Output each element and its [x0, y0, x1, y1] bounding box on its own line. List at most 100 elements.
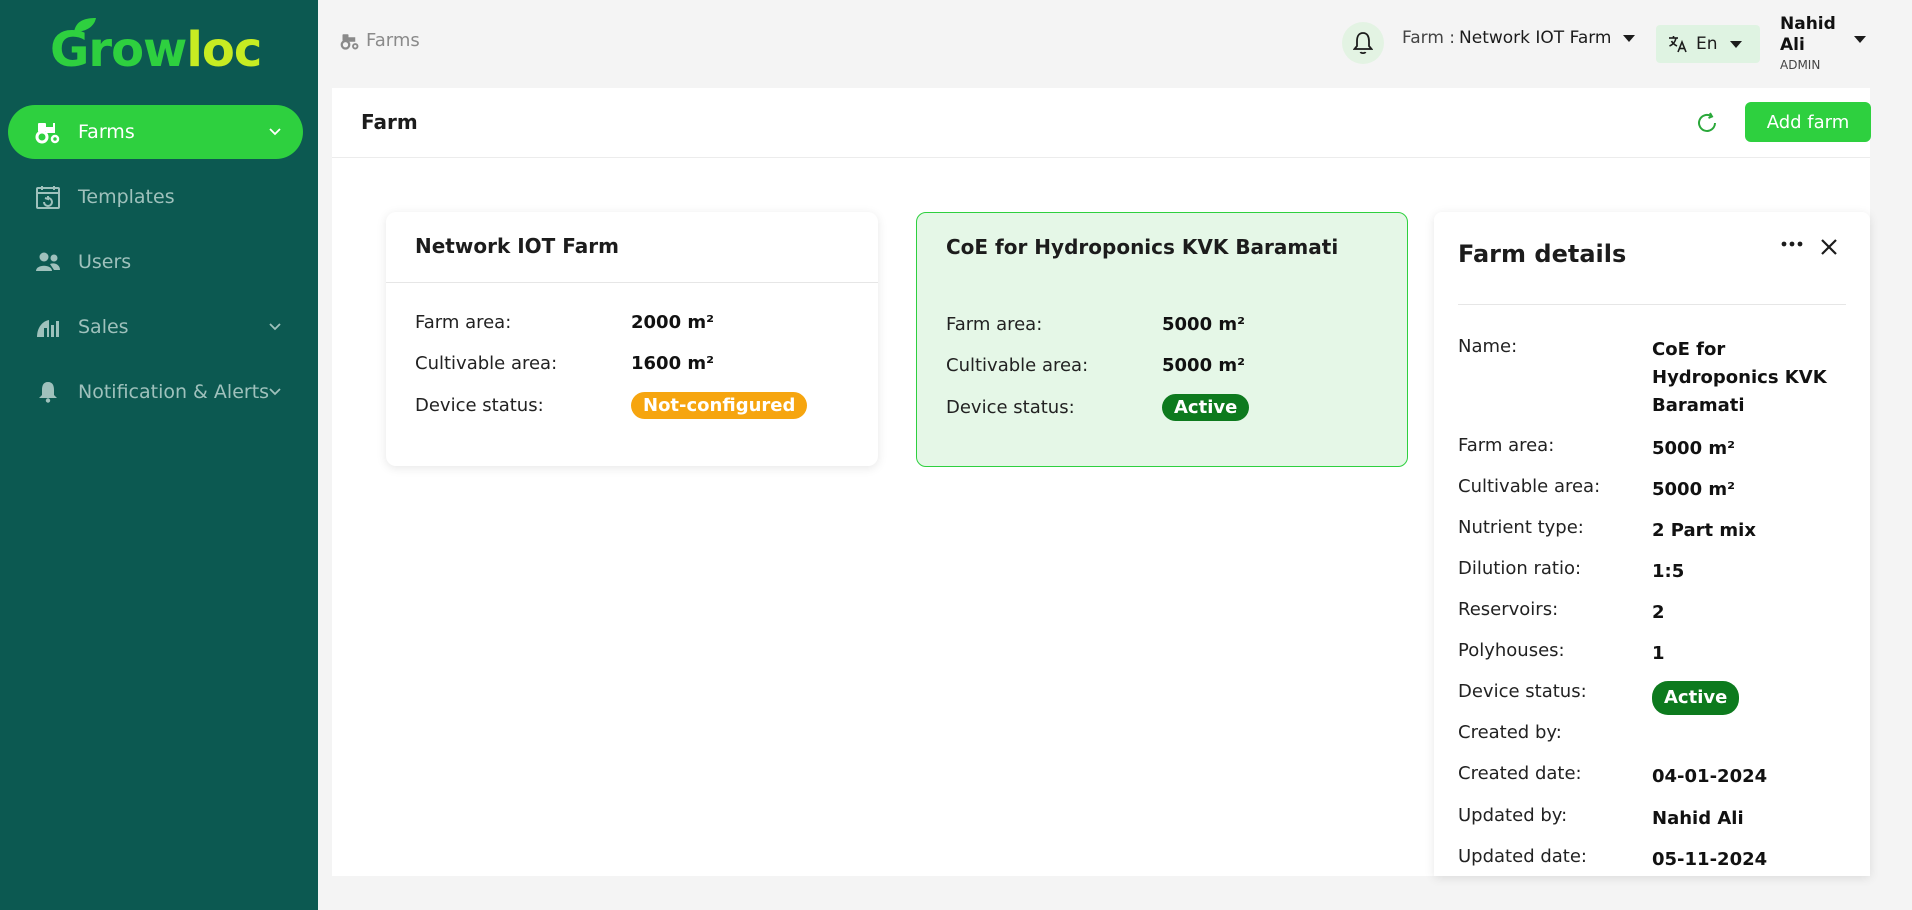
growloc-logo[interactable]: Growloc: [50, 18, 262, 78]
detail-value: 2: [1652, 602, 1665, 623]
farm-selector-value: Network IOT Farm: [1459, 28, 1612, 48]
farm-details-panel: Farm details Name: CoE for Hydroponics K…: [1434, 212, 1870, 876]
cultivable-area-row: Cultivable area: 5000 m²: [946, 355, 1245, 376]
farm-card-coe-hydroponics[interactable]: CoE for Hydroponics KVK Baramati Farm ar…: [916, 212, 1408, 467]
detail-row-name: Name: CoE for Hydroponics KVK Baramati: [1458, 336, 1842, 420]
cultivable-area-label: Cultivable area:: [415, 353, 558, 374]
detail-label: Device status:: [1458, 681, 1587, 702]
caret-down-icon: [1623, 34, 1636, 42]
detail-row-updated-by: Updated by: Nahid Ali: [1458, 805, 1842, 833]
detail-value: 05-11-2024: [1652, 849, 1768, 870]
device-status-row: Device status: Not-configured: [415, 392, 808, 419]
farm-area-label: Farm area:: [946, 314, 1043, 335]
detail-row-nutrient-type: Nutrient type: 2 Part mix: [1458, 517, 1842, 545]
notifications-button[interactable]: [1342, 22, 1384, 64]
cultivable-area-value: 1600 m²: [631, 353, 715, 374]
close-icon[interactable]: [1820, 238, 1838, 256]
detail-row-device-status: Device status: Active: [1458, 681, 1842, 715]
detail-label: Reservoirs:: [1458, 599, 1559, 620]
caret-down-icon: [1729, 40, 1742, 48]
detail-label: Created date:: [1458, 763, 1582, 784]
sidebar-item-notifications[interactable]: Notification & Alerts: [8, 365, 303, 419]
user-name: Nahid Ali: [1780, 14, 1836, 55]
cultivable-area-row: Cultivable area: 1600 m²: [415, 353, 714, 374]
sales-chart-icon: [34, 313, 62, 341]
detail-value: 1: [1652, 643, 1665, 664]
users-icon: [34, 248, 62, 276]
detail-row-created-date: Created date: 04-01-2024: [1458, 763, 1842, 791]
detail-row-polyhouses: Polyhouses: 1: [1458, 640, 1842, 668]
panel-header: Farm Add farm: [332, 88, 1871, 158]
sidebar-item-templates[interactable]: Templates: [8, 170, 303, 224]
farm-selector-label: Farm :: [1402, 28, 1456, 48]
sidebar-item-label: Sales: [78, 316, 129, 338]
sidebar-item-label: Templates: [78, 186, 175, 208]
detail-value: Active: [1652, 681, 1842, 715]
detail-label: Polyhouses:: [1458, 640, 1565, 661]
sidebar: Growloc Farms Templates Users Sales Noti…: [0, 0, 318, 910]
add-farm-button[interactable]: Add farm: [1745, 102, 1871, 142]
detail-value: [1652, 722, 1842, 743]
detail-label: Cultivable area:: [1458, 476, 1601, 497]
chevron-down-icon: [269, 388, 281, 396]
tractor-icon: [34, 118, 62, 146]
refresh-icon: [1698, 112, 1716, 132]
detail-label: Name:: [1458, 336, 1518, 357]
refresh-button[interactable]: [1692, 108, 1722, 138]
template-icon: [34, 183, 62, 211]
farm-area-value: 2000 m²: [631, 312, 715, 333]
farm-selector[interactable]: Farm : Network IOT Farm: [1402, 28, 1636, 48]
sidebar-item-farms[interactable]: Farms: [8, 105, 303, 159]
detail-value: 2 Part mix: [1652, 520, 1756, 541]
user-role: ADMIN: [1780, 58, 1821, 72]
detail-label: Dilution ratio:: [1458, 558, 1582, 579]
farm-card-title: CoE for Hydroponics KVK Baramati: [946, 235, 1339, 259]
breadcrumb-label[interactable]: Farms: [366, 30, 420, 51]
leaf-icon: [74, 18, 96, 32]
detail-row-dilution-ratio: Dilution ratio: 1:5: [1458, 558, 1842, 586]
farm-area-label: Farm area:: [415, 312, 512, 333]
bell-icon: [34, 378, 62, 406]
detail-value: 5000 m²: [1652, 479, 1736, 500]
detail-label: Created by:: [1458, 722, 1562, 743]
farm-area-row: Farm area: 2000 m²: [415, 312, 714, 333]
detail-value: 1:5: [1652, 561, 1685, 582]
caret-down-icon: [1854, 36, 1866, 43]
farm-panel: Farm Add farm Network IOT Farm Farm area…: [332, 88, 1871, 876]
detail-row-updated-date: Updated date: 05-11-2024: [1458, 846, 1842, 874]
detail-row-farm-area: Farm area: 5000 m²: [1458, 435, 1842, 463]
cultivable-area-label: Cultivable area:: [946, 355, 1089, 376]
divider: [386, 282, 878, 283]
status-badge: Not-configured: [631, 392, 808, 419]
sidebar-item-sales[interactable]: Sales: [8, 300, 303, 354]
status-badge: Active: [1652, 681, 1740, 715]
detail-value: Nahid Ali: [1652, 808, 1744, 829]
more-options-icon[interactable]: [1780, 240, 1804, 248]
detail-label: Updated by:: [1458, 805, 1568, 826]
device-status-row: Device status: Active: [946, 394, 1250, 421]
sidebar-item-label: Users: [78, 251, 132, 273]
language-value: En: [1696, 34, 1718, 54]
chevron-down-icon: [269, 323, 281, 331]
farm-area-row: Farm area: 5000 m²: [946, 314, 1245, 335]
detail-row-created-by: Created by:: [1458, 722, 1842, 743]
translate-icon: [1669, 36, 1687, 53]
detail-label: Farm area:: [1458, 435, 1555, 456]
sidebar-nav: Farms Templates Users Sales Notification…: [8, 105, 303, 430]
farm-card-title: Network IOT Farm: [415, 234, 619, 258]
sidebar-item-label: Farms: [78, 121, 135, 143]
sidebar-item-label: Notification & Alerts: [78, 381, 270, 403]
divider: [1458, 304, 1846, 305]
sidebar-item-users[interactable]: Users: [8, 235, 303, 289]
detail-label: Nutrient type:: [1458, 517, 1584, 538]
page-title: Farm: [361, 110, 418, 134]
farm-details-title: Farm details: [1458, 240, 1627, 268]
farm-card-network-iot[interactable]: Network IOT Farm Farm area: 2000 m² Cult…: [386, 212, 878, 466]
cultivable-area-value: 5000 m²: [1162, 355, 1246, 376]
language-selector[interactable]: En: [1656, 25, 1760, 63]
detail-value: 5000 m²: [1652, 438, 1736, 459]
detail-row-reservoirs: Reservoirs: 2: [1458, 599, 1842, 627]
logo-text-grow: Grow: [50, 22, 187, 78]
user-menu[interactable]: Nahid Ali ADMIN: [1780, 14, 1866, 72]
farm-area-value: 5000 m²: [1162, 314, 1246, 335]
